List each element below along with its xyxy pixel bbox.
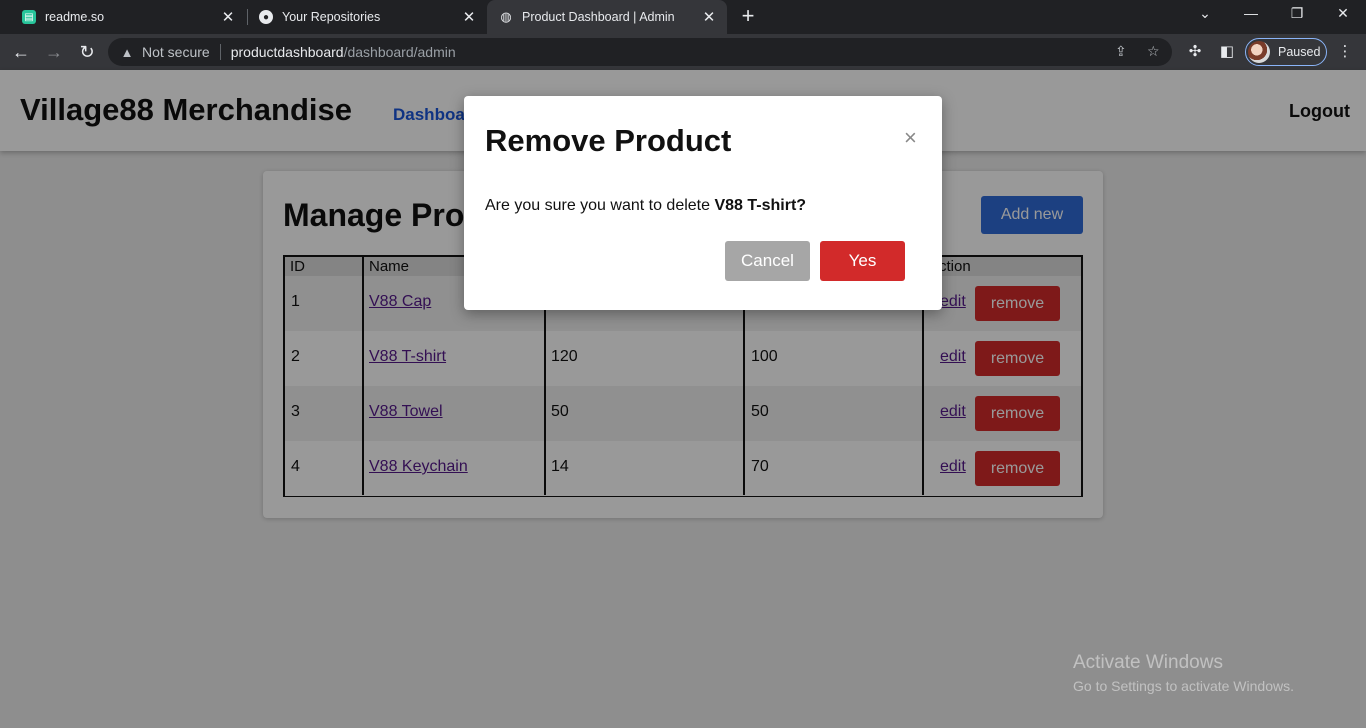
tab-close-icon[interactable]: ✕: [459, 8, 479, 26]
tab-title: Product Dashboard | Admin: [522, 10, 675, 24]
restore-icon[interactable]: ❐: [1287, 5, 1307, 22]
warning-triangle-icon[interactable]: ▲: [118, 45, 136, 60]
menu-kebab-icon[interactable]: ⋮: [1335, 42, 1355, 60]
reload-icon[interactable]: ↻: [76, 41, 98, 63]
github-icon: ●: [259, 10, 273, 24]
tab-readme[interactable]: ▤ readme.so ✕: [0, 0, 246, 34]
dialog-title: Remove Product: [485, 123, 732, 158]
share-icon[interactable]: ⇪: [1115, 43, 1127, 60]
extensions-puzzle-icon[interactable]: ✣: [1185, 42, 1205, 60]
tab-close-icon[interactable]: ✕: [699, 8, 719, 26]
security-label[interactable]: Not secure: [142, 44, 210, 60]
new-tab-icon[interactable]: +: [738, 5, 758, 27]
browser-tab-strip: ▤ readme.so ✕ ● Your Repositories ✕ ◍ Pr…: [0, 0, 1366, 34]
tab-title: readme.so: [45, 10, 105, 24]
side-panel-icon[interactable]: ◧: [1217, 42, 1237, 60]
omnibox-divider: [219, 44, 221, 60]
window-close-icon[interactable]: ✕: [1333, 5, 1353, 22]
profile-status: Paused: [1278, 45, 1321, 59]
watermark-title: Activate Windows: [1073, 652, 1223, 673]
url-host: productdashboard: [230, 44, 344, 60]
url-path: /dashboard/admin: [343, 44, 456, 60]
tab-search-chevron-icon[interactable]: ⌄: [1195, 5, 1215, 22]
avatar: [1248, 41, 1270, 63]
forward-arrow-icon[interactable]: →: [43, 41, 65, 63]
browser-toolbar: ← → ↻ ▲ Not secure productdashboard /das…: [0, 34, 1366, 70]
confirm-yes-button[interactable]: Yes: [820, 241, 905, 281]
address-bar[interactable]: ▲ Not secure productdashboard /dashboard…: [108, 38, 1172, 66]
globe-icon: ◍: [500, 9, 512, 24]
bookmark-star-icon[interactable]: ☆: [1147, 43, 1160, 60]
remove-product-dialog: Remove Product × Are you sure you want t…: [464, 96, 942, 310]
readme-favicon-icon: ▤: [22, 10, 36, 24]
dialog-message: Are you sure you want to delete V88 T-sh…: [485, 197, 806, 215]
activate-windows-watermark: Activate Windows Go to Settings to activ…: [1073, 652, 1294, 694]
dialog-product-name: V88 T-shirt?: [714, 197, 807, 214]
dialog-message-text: Are you sure you want to delete: [485, 197, 715, 214]
tab-repositories[interactable]: ● Your Repositories ✕: [237, 0, 487, 34]
close-icon[interactable]: ×: [904, 127, 917, 149]
cancel-button[interactable]: Cancel: [725, 241, 810, 281]
profile-button[interactable]: Paused: [1245, 38, 1327, 66]
tab-product-dashboard[interactable]: ◍ Product Dashboard | Admin ✕: [487, 0, 727, 34]
watermark-subtitle: Go to Settings to activate Windows.: [1073, 678, 1294, 694]
tab-close-icon[interactable]: ✕: [218, 8, 238, 26]
back-arrow-icon[interactable]: ←: [10, 41, 32, 63]
minimize-icon[interactable]: —: [1241, 5, 1261, 21]
tab-title: Your Repositories: [282, 10, 381, 24]
